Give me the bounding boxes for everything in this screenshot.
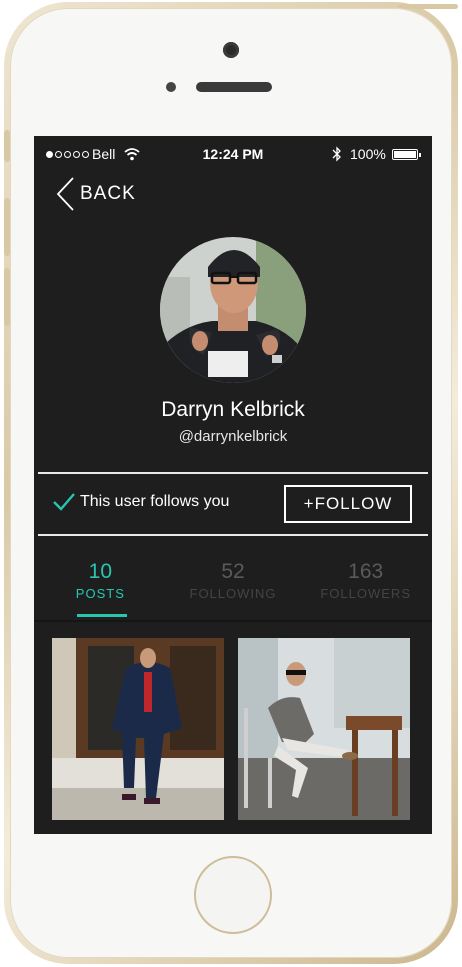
chevron-left-icon bbox=[56, 177, 74, 211]
post-thumbnail[interactable] bbox=[238, 638, 410, 820]
follow-button[interactable]: +FOLLOW bbox=[284, 485, 412, 523]
front-camera bbox=[223, 42, 239, 58]
bluetooth-icon bbox=[332, 146, 341, 162]
proximity-sensor bbox=[166, 82, 176, 92]
battery-percentage: 100% bbox=[350, 146, 386, 162]
battery-icon bbox=[392, 149, 421, 160]
earpiece-speaker bbox=[196, 82, 272, 92]
power-button bbox=[398, 4, 458, 9]
followers-count: 163 bbox=[348, 560, 384, 583]
post-photo bbox=[52, 638, 224, 820]
status-bar: Bell 12:24 PM 100% bbox=[34, 136, 432, 172]
tab-followers[interactable]: 163 FOLLOWERS bbox=[299, 556, 432, 620]
divider bbox=[38, 534, 428, 536]
follows-you-text: This user follows you bbox=[80, 493, 230, 510]
stats-divider bbox=[34, 620, 432, 622]
post-thumbnail[interactable] bbox=[52, 638, 224, 820]
home-button[interactable] bbox=[194, 856, 272, 934]
followers-label: FOLLOWERS bbox=[320, 586, 411, 601]
tab-posts[interactable]: 10 POSTS bbox=[34, 556, 167, 620]
following-count: 52 bbox=[221, 560, 245, 583]
follows-you-indicator: This user follows you bbox=[52, 492, 229, 512]
battery-nub bbox=[419, 153, 421, 157]
back-button[interactable]: BACK bbox=[56, 176, 136, 212]
battery-level-fill bbox=[394, 151, 416, 158]
following-label: FOLLOWING bbox=[189, 586, 277, 601]
posts-count: 10 bbox=[88, 560, 113, 583]
post-photo bbox=[238, 638, 410, 820]
posts-label: POSTS bbox=[75, 586, 125, 601]
avatar-photo bbox=[160, 237, 306, 383]
app-screen: Bell 12:24 PM 100% BACK Darryn Kelbrick … bbox=[34, 136, 432, 834]
back-label: BACK bbox=[80, 183, 136, 204]
tab-following[interactable]: 52 FOLLOWING bbox=[167, 556, 300, 620]
profile-stats-tabs: 10 POSTS 52 FOLLOWING 163 FOLLOWERS bbox=[34, 556, 432, 620]
avatar[interactable] bbox=[160, 237, 306, 383]
profile-name: Darryn Kelbrick bbox=[161, 398, 305, 421]
profile-handle: @darrynkelbrick bbox=[178, 428, 288, 445]
checkmark-icon bbox=[53, 493, 75, 511]
divider bbox=[38, 472, 428, 474]
active-tab-indicator bbox=[77, 614, 127, 617]
